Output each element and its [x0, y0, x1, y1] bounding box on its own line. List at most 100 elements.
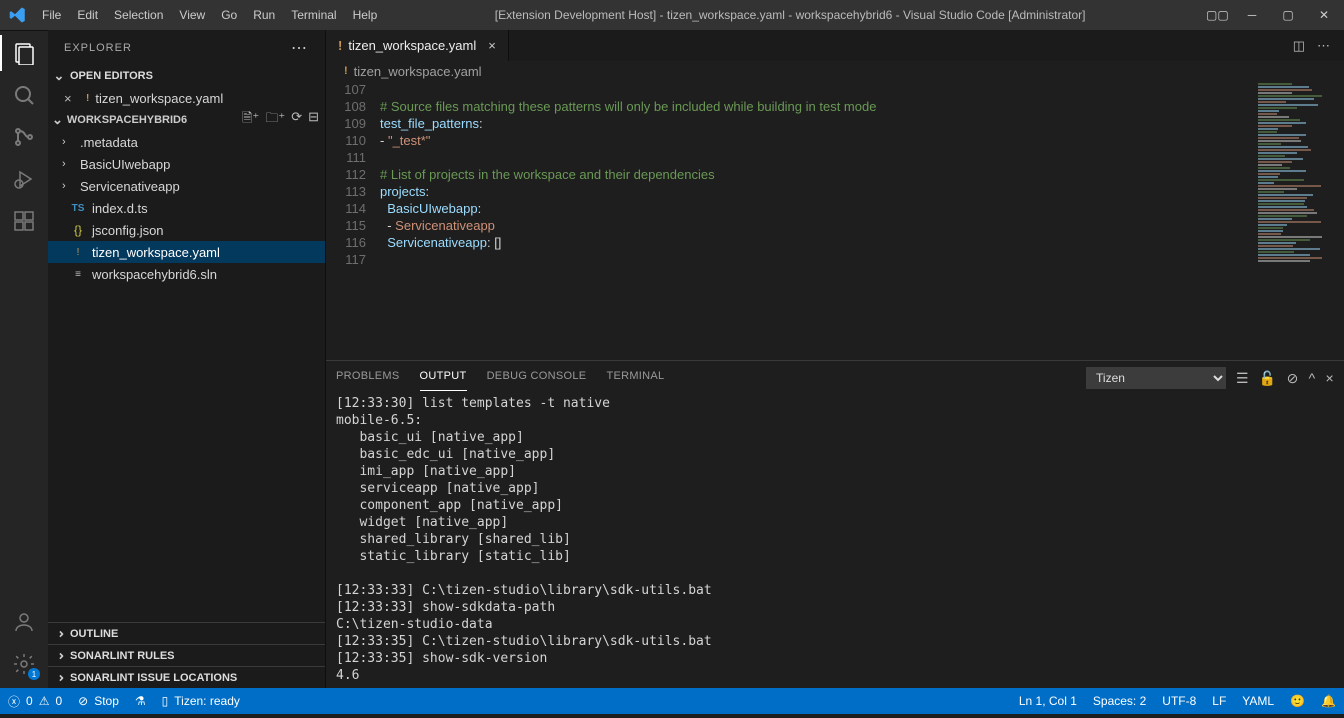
output-content[interactable]: [12:33:30] list templates -t native mobi…: [326, 395, 1344, 688]
language-status[interactable]: YAML: [1242, 694, 1274, 708]
tree-label: .metadata: [80, 135, 138, 150]
extensions-icon[interactable]: [10, 207, 38, 235]
warnings-icon[interactable]: ⚠: [39, 694, 50, 708]
menu-edit[interactable]: Edit: [70, 4, 105, 26]
yaml-file-icon: !: [344, 65, 348, 77]
sonarlint-issues-header[interactable]: ⌄SONARLINT ISSUE LOCATIONS: [48, 666, 325, 688]
notifications-icon[interactable]: 🔔: [1321, 694, 1336, 708]
new-folder-icon[interactable]: 🗀⁺: [265, 109, 285, 131]
tizen-status[interactable]: Tizen: ready: [174, 694, 240, 708]
close-window-button[interactable]: ✕: [1314, 8, 1334, 22]
settings-gear-icon[interactable]: 1: [10, 650, 38, 678]
outline-header[interactable]: ⌄OUTLINE: [48, 622, 325, 644]
file-item[interactable]: {}jsconfig.json: [48, 219, 325, 241]
explorer-more-icon[interactable]: ⋯: [291, 38, 309, 58]
chevron-down-icon: ⌄: [52, 68, 66, 84]
json-file-icon: {}: [70, 223, 86, 237]
chevron-right-icon: ⌄: [51, 649, 67, 663]
tree-label: workspacehybrid6.sln: [92, 267, 217, 282]
new-file-icon[interactable]: 🗎⁺: [242, 109, 259, 131]
split-editor-icon[interactable]: ◫: [1293, 38, 1305, 54]
folder-item[interactable]: › .metadata: [48, 131, 325, 153]
collapse-all-icon[interactable]: ⊟: [308, 109, 319, 131]
maximize-button[interactable]: ▢: [1278, 8, 1298, 22]
warnings-count: 0: [55, 694, 62, 708]
maximize-panel-icon[interactable]: ^: [1309, 370, 1316, 386]
editor-tabs: ! tizen_workspace.yaml × ◫ ⋯: [326, 30, 1344, 61]
code-lines[interactable]: # Source files matching these patterns w…: [380, 81, 1254, 360]
menu-terminal[interactable]: Terminal: [284, 4, 343, 26]
layout-toggle-icon[interactable]: ▢▢: [1206, 8, 1226, 22]
tree-label: index.d.ts: [92, 201, 148, 216]
filter-icon[interactable]: ☰: [1236, 370, 1249, 387]
cursor-position[interactable]: Ln 1, Col 1: [1019, 694, 1077, 708]
activity-bar: 1: [0, 30, 48, 688]
clear-output-icon[interactable]: ⊘: [1287, 370, 1299, 387]
breadcrumb[interactable]: ! tizen_workspace.yaml: [326, 61, 1344, 81]
folder-item[interactable]: ›BasicUIwebapp: [48, 153, 325, 175]
indent-status[interactable]: Spaces: 2: [1093, 694, 1146, 708]
eol-status[interactable]: LF: [1212, 694, 1226, 708]
file-item[interactable]: !tizen_workspace.yaml: [48, 241, 325, 263]
chevron-right-icon: ›: [62, 158, 74, 170]
beaker-icon[interactable]: ⚗: [135, 694, 146, 708]
menu-go[interactable]: Go: [214, 4, 244, 26]
encoding-status[interactable]: UTF-8: [1162, 694, 1196, 708]
refresh-icon[interactable]: ⟳: [291, 109, 302, 131]
tab-output[interactable]: OUTPUT: [420, 366, 467, 391]
tree-label: tizen_workspace.yaml: [92, 245, 220, 260]
menu-view[interactable]: View: [172, 4, 212, 26]
file-tree: › .metadata ›BasicUIwebapp›Servicenativeap…: [48, 131, 325, 285]
search-icon[interactable]: [10, 81, 38, 109]
editor-more-icon[interactable]: ⋯: [1317, 38, 1330, 54]
explorer-icon[interactable]: [10, 39, 38, 67]
close-icon[interactable]: ×: [64, 91, 80, 106]
errors-icon[interactable]: ⓧ: [8, 693, 20, 710]
bottom-panel: PROBLEMS OUTPUT DEBUG CONSOLE TERMINAL T…: [326, 360, 1344, 688]
tab-debug-console[interactable]: DEBUG CONSOLE: [487, 366, 587, 390]
outline-label: OUTLINE: [70, 628, 118, 640]
main-menu: File Edit Selection View Go Run Terminal…: [35, 4, 384, 26]
line-numbers: 107108109110111112113114115116117: [326, 81, 380, 360]
accounts-icon[interactable]: [10, 608, 38, 636]
menu-selection[interactable]: Selection: [107, 4, 170, 26]
source-control-icon[interactable]: [10, 123, 38, 151]
menu-help[interactable]: Help: [346, 4, 385, 26]
feedback-icon[interactable]: 🙂: [1290, 694, 1305, 708]
yaml-file-icon: !: [86, 93, 89, 104]
code-editor[interactable]: 107108109110111112113114115116117 # Sour…: [326, 81, 1254, 360]
chevron-down-icon: ⌄: [52, 112, 63, 128]
stop-label[interactable]: Stop: [94, 694, 119, 708]
close-panel-icon[interactable]: ×: [1326, 370, 1334, 386]
minimap[interactable]: [1254, 81, 1344, 360]
open-editor-label: tizen_workspace.yaml: [95, 91, 223, 106]
close-tab-icon[interactable]: ×: [482, 38, 496, 53]
lock-scroll-icon[interactable]: 🔓: [1259, 370, 1277, 387]
folder-item[interactable]: ›Servicenativeapp: [48, 175, 325, 197]
open-editor-item[interactable]: × ! tizen_workspace.yaml: [48, 87, 325, 109]
tab-problems[interactable]: PROBLEMS: [336, 366, 400, 390]
file-item[interactable]: ≡ workspacehybrid6.sln: [48, 263, 325, 285]
title-bar: File Edit Selection View Go Run Terminal…: [0, 0, 1344, 30]
output-channel-select[interactable]: Tizen: [1086, 367, 1226, 389]
tab-terminal[interactable]: TERMINAL: [606, 366, 664, 390]
chevron-right-icon: ›: [62, 180, 74, 192]
chevron-right-icon: ⌄: [51, 671, 67, 685]
sonarlint-rules-header[interactable]: ⌄SONARLINT RULES: [48, 644, 325, 666]
device-icon[interactable]: ▯: [162, 694, 169, 708]
yaml-file-icon: !: [338, 38, 342, 53]
open-editors-header[interactable]: ⌄ OPEN EDITORS: [48, 65, 325, 87]
chevron-right-icon: ⌄: [51, 627, 67, 641]
menu-file[interactable]: File: [35, 4, 68, 26]
minimize-button[interactable]: ─: [1242, 8, 1262, 22]
sln-file-icon: ≡: [70, 269, 86, 280]
open-editors-label: OPEN EDITORS: [70, 70, 153, 82]
stop-icon[interactable]: ⊘: [78, 694, 88, 708]
menu-run[interactable]: Run: [246, 4, 282, 26]
file-item[interactable]: TSindex.d.ts: [48, 197, 325, 219]
editor-tab[interactable]: ! tizen_workspace.yaml ×: [326, 30, 509, 61]
run-debug-icon[interactable]: [10, 165, 38, 193]
workspace-header[interactable]: ⌄ WORKSPACEHYBRID6 🗎⁺ 🗀⁺ ⟳ ⊟: [48, 109, 325, 131]
chevron-right-icon: ›: [62, 136, 74, 148]
sonarlint-rules-label: SONARLINT RULES: [70, 650, 175, 662]
